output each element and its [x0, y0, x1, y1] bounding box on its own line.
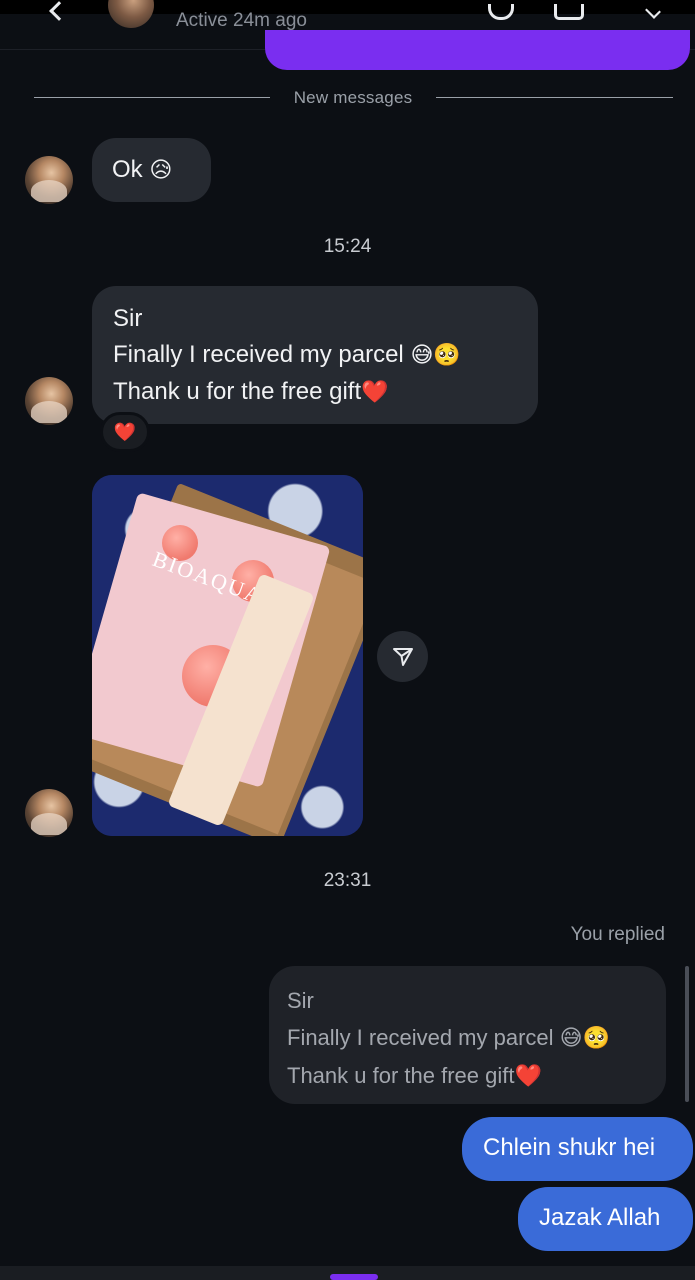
composer-indicator [330, 1274, 378, 1280]
quoted-line: Finally I received my parcel 😅🥺 [287, 1019, 648, 1057]
separator-line-left [34, 97, 270, 98]
heart-emoji: ❤️ [361, 380, 389, 405]
contact-avatar[interactable] [108, 0, 154, 28]
quoted-line: Sir [287, 988, 314, 1013]
message-line-text: Thank u for the free gift [113, 378, 362, 405]
separator-line-right [436, 97, 673, 98]
message-line: Thank u for the free gift❤️ [113, 374, 517, 411]
message-text: Jazak Allah [539, 1204, 661, 1231]
paper-plane-icon [392, 647, 413, 666]
quote-indicator-bar [685, 966, 689, 1102]
share-button[interactable] [377, 631, 428, 682]
quoted-message[interactable]: Sir Finally I received my parcel 😅🥺 Than… [269, 966, 666, 1104]
status-bar [0, 0, 695, 14]
quoted-line: Thank u for the free gift❤️ [287, 1057, 648, 1095]
heart-reaction[interactable]: ❤️ [100, 412, 150, 452]
message-line: Sir [113, 305, 143, 332]
active-status: Active 24m ago [176, 10, 307, 31]
video-camera-icon[interactable] [554, 4, 584, 20]
timestamp: 23:31 [323, 870, 372, 891]
reply-label: You replied [570, 924, 665, 945]
heart-emoji: ❤️ [514, 1064, 542, 1089]
sad-face-emoji: 😥 [149, 158, 173, 183]
chat-screen: Active 24m ago New messages Ok 😥 15:24 S… [0, 0, 695, 1280]
incoming-message-bubble[interactable]: Sir Finally I received my parcel 😅🥺 Than… [92, 286, 538, 424]
outgoing-message-bubble[interactable]: Jazak Allah [518, 1187, 693, 1251]
quoted-line-text: Thank u for the free gift [287, 1063, 515, 1088]
message-text: Ok [112, 156, 143, 183]
emoji-group: 😅🥺 [559, 1026, 610, 1051]
message-line: Finally I received my parcel 😅🥺 [113, 337, 517, 374]
incoming-message-bubble[interactable]: Ok 😥 [92, 138, 211, 202]
new-messages-label: New messages [293, 88, 413, 107]
sender-avatar[interactable] [25, 156, 73, 204]
sender-avatar[interactable] [25, 789, 73, 837]
timestamp: 15:24 [323, 236, 372, 257]
phone-icon[interactable] [488, 4, 514, 20]
message-text: Chlein shukr hei [483, 1134, 656, 1161]
photo-message[interactable]: BIOAQUA [92, 475, 363, 836]
outgoing-message-bubble[interactable]: Chlein shukr hei [462, 1117, 693, 1181]
previous-outgoing-bubble[interactable] [265, 30, 690, 70]
emoji-group: 😅🥺 [410, 343, 461, 368]
sender-avatar[interactable] [25, 377, 73, 425]
quoted-line-text: Finally I received my parcel [287, 1025, 554, 1050]
message-line-text: Finally I received my parcel [113, 341, 404, 368]
